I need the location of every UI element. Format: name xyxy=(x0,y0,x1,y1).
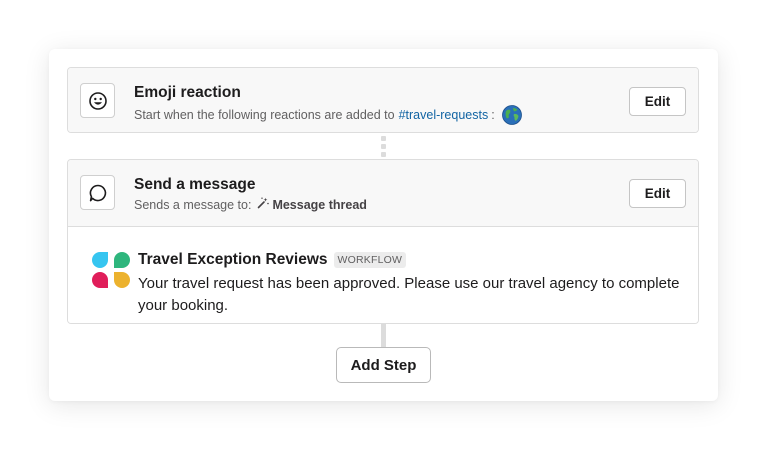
step-card-emoji-reaction: Emoji reaction Start when the following … xyxy=(67,67,699,133)
message-text: Your travel request has been approved. P… xyxy=(138,275,680,314)
step-subtitle-text: Start when the following reactions are a… xyxy=(134,108,395,122)
add-step-button[interactable]: Add Step xyxy=(336,347,431,383)
channel-link[interactable]: #travel-requests xyxy=(399,108,489,122)
message-preview: Travel Exception Reviews WORKFLOW Your t… xyxy=(68,226,698,323)
step-card-send-message: Send a message Sends a message to: Messa… xyxy=(67,159,699,324)
connector-line xyxy=(381,324,386,347)
app-logo-icon xyxy=(92,251,130,289)
connector-dash xyxy=(381,144,386,149)
magic-wand-icon xyxy=(257,197,270,212)
workflow-badge: WORKFLOW xyxy=(333,252,407,268)
globe-emoji-icon xyxy=(501,105,522,125)
step-subtitle: Start when the following reactions are a… xyxy=(134,105,522,125)
edit-button[interactable]: Edit xyxy=(629,179,686,208)
message-target: Message thread xyxy=(272,197,367,212)
connector-dash xyxy=(381,152,386,157)
step-title: Emoji reaction xyxy=(134,84,241,101)
step-header: Emoji reaction Start when the following … xyxy=(68,68,698,132)
step-subtitle: Sends a message to: Message thread xyxy=(134,197,367,212)
step-subtitle-text: Sends a message to: xyxy=(134,197,252,212)
step-header: Send a message Sends a message to: Messa… xyxy=(68,160,698,226)
step-title: Send a message xyxy=(134,176,256,193)
app-name-text[interactable]: Travel Exception Reviews xyxy=(138,251,328,269)
workflow-builder-panel: Emoji reaction Start when the following … xyxy=(49,49,718,401)
connector-dash xyxy=(381,136,386,141)
emoji-reaction-icon xyxy=(80,83,115,118)
app-name: Travel Exception Reviews WORKFLOW xyxy=(138,251,407,269)
edit-button[interactable]: Edit xyxy=(629,87,686,116)
subtitle-colon: : xyxy=(491,108,495,122)
message-bubble-icon xyxy=(80,175,115,210)
